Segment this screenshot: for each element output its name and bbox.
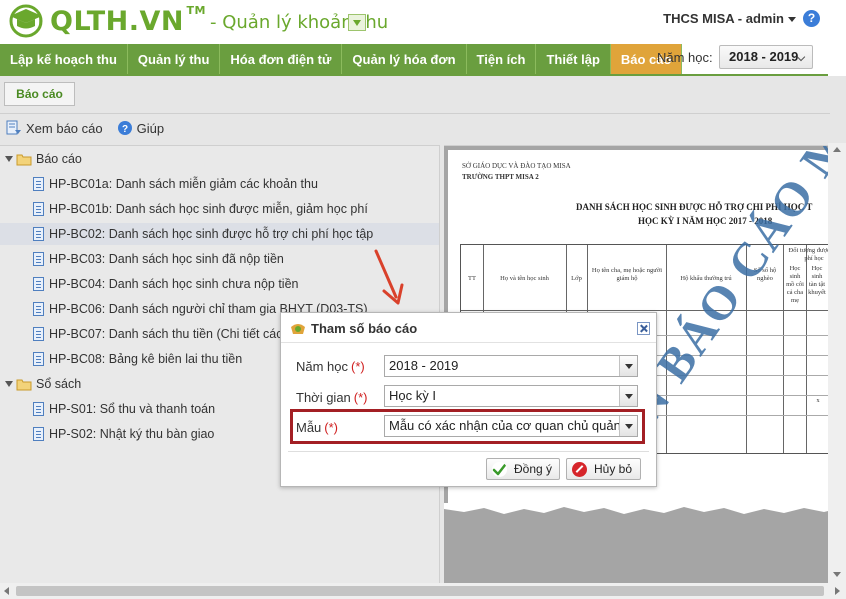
nav-bar: Lập kế hoạch thu Quản lý thu Hóa đơn điện … [0, 44, 683, 76]
cancel-label: Hủy bỏ [594, 462, 633, 476]
tree-folder-label: Sổ sách [36, 377, 82, 391]
preview-dept: SỞ GIÁO DỤC VÀ ĐÀO TẠO MISA [462, 162, 571, 170]
expand-icon[interactable] [5, 381, 13, 387]
tree-item-label: HP-S01: Sổ thu và thanh toán [49, 402, 216, 416]
view-report-icon [6, 120, 21, 135]
report-doc-icon [33, 177, 44, 191]
scroll-right-icon[interactable] [835, 587, 840, 595]
app-header: QLTH.VN TM - Quản lý khoản thu THCS MISA … [0, 0, 846, 44]
report-doc-icon [33, 427, 44, 441]
app-switcher-dropdown[interactable] [348, 14, 366, 31]
preview-school: TRƯỜNG THPT MISA 2 [462, 173, 539, 181]
close-icon[interactable] [637, 322, 650, 335]
divider [0, 113, 830, 114]
nav-item-2[interactable]: Hóa đơn điện tử [220, 44, 343, 76]
scroll-up-icon[interactable] [833, 147, 841, 152]
school-year-select[interactable]: 2018 - 2019 [384, 355, 638, 377]
app-logo[interactable]: QLTH.VN TM [4, 3, 206, 38]
nav-item-4[interactable]: Tiện ích [467, 44, 537, 76]
tree-item[interactable]: HP-BC01a: Danh sách miễn giảm các khoản … [0, 173, 439, 195]
tree-item-label: HP-BC03: Danh sách học sinh đã nộp tiền [49, 252, 284, 266]
help-button[interactable]: ? Giúp [117, 120, 164, 136]
tree-item-label: HP-BC01a: Danh sách miễn giảm các khoản … [49, 177, 318, 191]
period-select[interactable]: Học kỳ I [384, 385, 638, 407]
dialog-divider [288, 451, 649, 452]
caret-down-icon [788, 17, 796, 23]
tree-item-label: HP-BC07: Danh sách thu tiền (Chi tiết cá… [49, 327, 293, 341]
view-report-button[interactable]: Xem báo cáo [6, 120, 103, 136]
report-params-icon [291, 324, 305, 334]
report-doc-icon [33, 277, 44, 291]
tab-bao-cao[interactable]: Báo cáo [4, 82, 75, 106]
torn-edge [444, 503, 828, 514]
horizontal-scrollbar[interactable] [0, 583, 846, 599]
tree-item-label: HP-BC08: Bảng kê biên lai thu tiền [49, 352, 243, 366]
toolbar: Xem báo cáo ? Giúp [0, 118, 172, 138]
logo-text: QLTH.VN TM [50, 3, 206, 37]
graduation-cap-logo-icon [9, 4, 43, 38]
nav-item-1[interactable]: Quản lý thu [128, 44, 221, 76]
template-select[interactable]: Mẫu có xác nhận của cơ quan chủ quản [384, 415, 638, 437]
annotation-arrow-icon [374, 249, 404, 305]
report-doc-icon [33, 202, 44, 216]
nav-item-5[interactable]: Thiết lập [536, 44, 611, 76]
report-params-dialog: Tham số báo cáo Năm học (*) 2018 - 2019 T… [280, 312, 657, 487]
view-report-label: Xem báo cáo [26, 120, 103, 136]
dialog-header: Tham số báo cáo [281, 313, 656, 343]
chevron-down-icon[interactable] [619, 386, 637, 406]
vertical-scrollbar[interactable] [828, 143, 846, 583]
check-icon [492, 461, 507, 477]
report-doc-icon [33, 327, 44, 341]
ok-label: Đồng ý [514, 462, 553, 476]
th-name: Họ và tên học sinh [500, 275, 549, 282]
th-parent: Họ tên cha, mẹ hoặc người giám hộ [591, 267, 663, 282]
tree-item-label: HP-BC01b: Danh sách học sinh được miễn, … [49, 202, 368, 216]
th-sub1: Học sinh mồ côi cả cha mẹ [786, 265, 804, 304]
field-label-period: Thời gian (*) [296, 390, 368, 405]
cancel-button[interactable]: Hủy bỏ [566, 458, 641, 480]
report-doc-icon [33, 227, 44, 241]
dialog-title: Tham số báo cáo [311, 321, 418, 336]
tree-item[interactable]: HP-BC02: Danh sách học sinh được hỗ trợ … [0, 223, 439, 245]
th-class: Lớp [571, 275, 582, 282]
user-menu[interactable]: THCS MISA - admin [663, 11, 796, 26]
svg-text:?: ? [122, 124, 128, 135]
expand-icon[interactable] [5, 156, 13, 162]
help-label: Giúp [136, 120, 165, 136]
cell-x: x [816, 397, 820, 404]
main-nav: Lập kế hoạch thu Quản lý thu Hóa đơn điện … [0, 44, 846, 76]
report-doc-icon [33, 402, 44, 416]
th-sub2: Học sinh tàn tật khuyết [808, 265, 826, 296]
field-label-school-year: Năm học (*) [296, 359, 365, 374]
report-doc-icon [33, 302, 44, 316]
year-label: Năm học: [657, 50, 713, 65]
chevron-down-icon[interactable] [619, 416, 637, 436]
nav-item-3[interactable]: Quản lý hóa đơn [342, 44, 467, 76]
field-label-template: Mẫu (*) [296, 420, 339, 435]
report-doc-icon [33, 352, 44, 366]
year-select[interactable]: 2018 - 2019 [719, 45, 813, 69]
folder-icon [16, 379, 32, 390]
folder-icon [16, 154, 32, 165]
cancel-icon [572, 461, 587, 477]
report-doc-icon [33, 252, 44, 266]
tree-item-label: HP-S02: Nhật ký thu bàn giao [49, 427, 215, 441]
tree-folder-label: Báo cáo [36, 152, 82, 166]
help-icon[interactable]: ? [803, 10, 820, 27]
scrollbar-thumb[interactable] [16, 586, 824, 596]
tree-item-label: HP-BC02: Danh sách học sinh được hỗ trợ … [49, 227, 374, 241]
th-tt: TT [468, 275, 476, 282]
tree-item[interactable]: HP-BC01b: Danh sách học sinh được miễn, … [0, 198, 439, 220]
tree-item-label: HP-BC04: Danh sách học sinh chưa nộp tiề… [49, 277, 299, 291]
scroll-down-icon[interactable] [833, 572, 841, 577]
help-circle-icon: ? [117, 121, 132, 135]
ok-button[interactable]: Đồng ý [486, 458, 560, 480]
chevron-down-icon[interactable] [619, 356, 637, 376]
scroll-left-icon[interactable] [4, 587, 9, 595]
nav-item-0[interactable]: Lập kế hoạch thu [0, 44, 128, 76]
tree-folder[interactable]: Báo cáo [0, 148, 439, 170]
